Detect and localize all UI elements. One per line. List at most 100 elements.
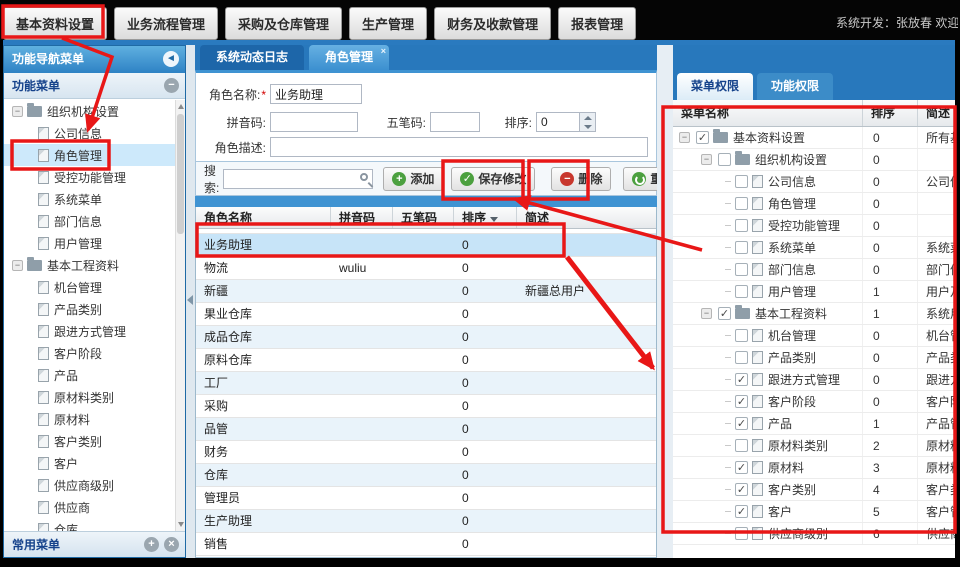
- collapse-section-icon[interactable]: −: [164, 78, 179, 93]
- checkbox-icon[interactable]: ✓: [735, 395, 748, 408]
- role-table-row[interactable]: 物流wuliu0: [196, 257, 656, 280]
- permission-tree-row[interactable]: 机台管理0机台管: [673, 325, 955, 347]
- sidebar-splitter[interactable]: [186, 45, 195, 558]
- permission-tree-row[interactable]: 受控功能管理0: [673, 215, 955, 237]
- permission-tree-row[interactable]: 产品类别0产品类: [673, 347, 955, 369]
- permission-tree-row[interactable]: −✓基本工程资料1系统用: [673, 303, 955, 325]
- menu-item-0[interactable]: 基本资料设置: [3, 7, 107, 40]
- checkbox-icon[interactable]: [735, 285, 748, 298]
- order-input[interactable]: [536, 112, 580, 132]
- search-input[interactable]: [223, 169, 373, 189]
- sidebar-scrollbar[interactable]: [175, 100, 185, 531]
- checkbox-icon[interactable]: ✓: [696, 131, 709, 144]
- add-common-menu-icon[interactable]: +: [144, 537, 159, 552]
- sidebar-tree-item[interactable]: 部门信息: [4, 210, 185, 232]
- role-table-row[interactable]: 采购0: [196, 395, 656, 418]
- checkbox-icon[interactable]: ✓: [735, 505, 748, 518]
- checkbox-icon[interactable]: [718, 153, 731, 166]
- sidebar-tree-item[interactable]: 产品类别: [4, 298, 185, 320]
- permission-tree-row[interactable]: 用户管理1用户及: [673, 281, 955, 303]
- col-menu-order[interactable]: 排序: [863, 100, 918, 126]
- permission-tree-row[interactable]: −组织机构设置0: [673, 149, 955, 171]
- permission-tree-row[interactable]: −✓基本资料设置0所有基: [673, 127, 955, 149]
- checkbox-icon[interactable]: [735, 175, 748, 188]
- role-table-row[interactable]: 工厂0: [196, 372, 656, 395]
- scroll-down-icon[interactable]: [178, 522, 184, 527]
- role-table-row[interactable]: 原料仓库0: [196, 349, 656, 372]
- sidebar-tree-item[interactable]: 客户阶段: [4, 342, 185, 364]
- role-table-row[interactable]: 新疆0新疆总用户: [196, 280, 656, 303]
- clear-common-menu-icon[interactable]: ×: [164, 537, 179, 552]
- menu-item-5[interactable]: 报表管理: [558, 7, 636, 40]
- checkbox-icon[interactable]: ✓: [735, 373, 748, 386]
- expander-icon[interactable]: −: [701, 154, 712, 165]
- role-desc-input[interactable]: [270, 137, 648, 157]
- checkbox-icon[interactable]: [735, 439, 748, 452]
- right-splitter[interactable]: [657, 45, 673, 558]
- permission-tree-row[interactable]: 部门信息0部门信: [673, 259, 955, 281]
- order-spinner[interactable]: [580, 112, 596, 132]
- col-order[interactable]: 排序: [454, 207, 517, 228]
- sidebar-tree-item[interactable]: 角色管理: [4, 144, 185, 166]
- sidebar-tree-item[interactable]: 产品: [4, 364, 185, 386]
- col-wubi[interactable]: 五笔码: [393, 207, 454, 228]
- permission-tree-row[interactable]: 系统菜单0系统菜: [673, 237, 955, 259]
- role-table-row[interactable]: 成品仓库0: [196, 326, 656, 349]
- col-menu-name[interactable]: 菜单名称: [673, 100, 863, 126]
- permission-tree-row[interactable]: ✓原材料3原材料: [673, 457, 955, 479]
- checkbox-icon[interactable]: [735, 351, 748, 364]
- scrollbar-thumb[interactable]: [177, 114, 184, 234]
- menu-item-3[interactable]: 生产管理: [349, 7, 427, 40]
- permission-tree-row[interactable]: 供应商级别6供应商: [673, 523, 955, 545]
- sidebar-tree-item[interactable]: 原材料: [4, 408, 185, 430]
- tab-system-log[interactable]: 系统动态日志: [200, 45, 304, 70]
- checkbox-icon[interactable]: ✓: [735, 461, 748, 474]
- checkbox-icon[interactable]: [735, 241, 748, 254]
- permission-tree-row[interactable]: 原材料类别2原材料: [673, 435, 955, 457]
- checkbox-icon[interactable]: [735, 329, 748, 342]
- permission-tree-row[interactable]: ✓客户5客户管: [673, 501, 955, 523]
- role-table-row[interactable]: 果业仓库0: [196, 303, 656, 326]
- expander-icon[interactable]: −: [12, 260, 23, 271]
- add-button[interactable]: + 添加: [383, 167, 443, 191]
- menu-item-1[interactable]: 业务流程管理: [114, 7, 218, 40]
- menu-item-4[interactable]: 财务及收款管理: [434, 7, 551, 40]
- checkbox-icon[interactable]: [735, 527, 748, 540]
- role-table-row[interactable]: 生产助理0: [196, 510, 656, 533]
- splitter-collapse-icon[interactable]: [187, 295, 193, 305]
- role-table-row[interactable]: 销售0: [196, 533, 656, 556]
- save-button[interactable]: ✓ 保存修改: [451, 167, 535, 191]
- role-table-row[interactable]: 品管0: [196, 418, 656, 441]
- permission-tree-row[interactable]: ✓客户类别4客户类: [673, 479, 955, 501]
- permission-tree-row[interactable]: ✓跟进方式管理0跟进方: [673, 369, 955, 391]
- close-tab-icon[interactable]: ×: [381, 47, 386, 56]
- delete-button[interactable]: − 删除: [551, 167, 611, 191]
- search-icon[interactable]: [360, 173, 368, 181]
- collapse-sidebar-icon[interactable]: ◄: [163, 51, 179, 67]
- permission-tree-row[interactable]: ✓产品1产品管: [673, 413, 955, 435]
- checkbox-icon[interactable]: [735, 219, 748, 232]
- col-menu-desc[interactable]: 简述: [918, 100, 955, 126]
- role-table-row[interactable]: 业务助理0: [196, 234, 656, 257]
- sidebar-tree-item[interactable]: −组织机构设置: [4, 100, 185, 122]
- checkbox-icon[interactable]: ✓: [718, 307, 731, 320]
- role-table-row[interactable]: 仓库0: [196, 464, 656, 487]
- permission-tree-row[interactable]: 角色管理0: [673, 193, 955, 215]
- checkbox-icon[interactable]: ✓: [735, 483, 748, 496]
- sidebar-tree-item[interactable]: 客户类别: [4, 430, 185, 452]
- sidebar-tree-item[interactable]: 用户管理: [4, 232, 185, 254]
- checkbox-icon[interactable]: [735, 263, 748, 276]
- horizontal-splitter[interactable]: [195, 196, 657, 207]
- spinner-down-icon[interactable]: [580, 122, 595, 131]
- sidebar-tree-item[interactable]: 系统菜单: [4, 188, 185, 210]
- expander-icon[interactable]: −: [679, 132, 690, 143]
- role-table-row[interactable]: 管理员0: [196, 487, 656, 510]
- sidebar-tree-item[interactable]: 原材料类别: [4, 386, 185, 408]
- tab-menu-permissions[interactable]: 菜单权限: [677, 73, 753, 100]
- sidebar-tree-item[interactable]: 受控功能管理: [4, 166, 185, 188]
- pinyin-input[interactable]: [270, 112, 358, 132]
- col-desc[interactable]: 简述: [517, 207, 656, 228]
- role-name-input[interactable]: [270, 84, 362, 104]
- permission-tree-row[interactable]: ✓客户阶段0客户阶: [673, 391, 955, 413]
- scroll-up-icon[interactable]: [178, 104, 184, 109]
